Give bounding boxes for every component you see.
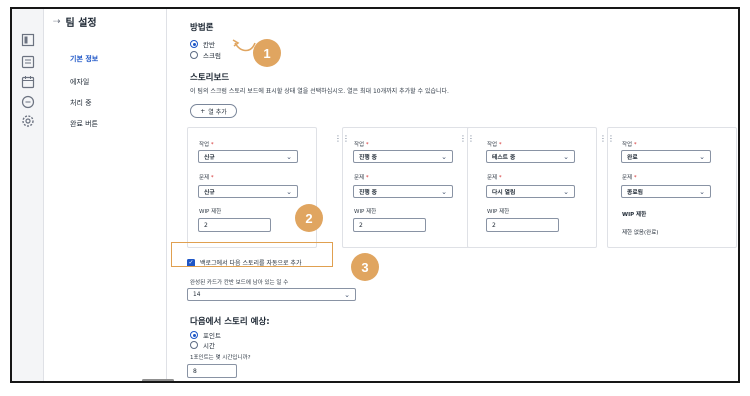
issue-label: 문제 * [487,175,502,181]
estimate-title: 다음에서 스토리 예상: [190,317,270,327]
chevron-down-icon: ⌄ [441,187,447,196]
work-status-select[interactable]: 완료 ⌄ [621,150,711,163]
radio-label: 스크럼 [203,52,221,60]
annotation-badge-2: 2 [295,204,323,232]
radio-hours[interactable]: 시간 [190,340,215,350]
wip-label: WIP 제한 [354,209,377,215]
work-status-select[interactable]: 진행 중 ⌄ [353,150,453,163]
work-label: 작업 * [199,142,214,148]
radio-button[interactable] [190,341,198,349]
wip-limit-input[interactable]: 2 [486,218,559,232]
list-icon[interactable] [21,55,35,69]
board-icon[interactable] [21,33,35,47]
work-status-select[interactable]: 테스트 중 ⌄ [486,150,575,163]
nav-item-agile[interactable]: 에자일 [70,77,89,87]
radio-button[interactable] [190,40,198,48]
work-status-select[interactable]: 신규 ⌄ [198,150,298,163]
hours-label: 1포인트는 몇 시간입니까? [190,355,251,361]
chevron-down-icon: ⌄ [344,290,350,299]
drag-handle-icon[interactable]: ⋮⋮ [334,135,350,147]
radio-button[interactable] [190,331,198,339]
hours-per-point-input[interactable]: 8 [187,364,237,378]
days-label: 완성된 카드가 칸반 보드에 남아 있는 일 수 [190,280,289,286]
board-column-card: ⋮⋮ 작업 * 테스트 중 ⌄ 문제 * 다시 열림 ⌄ WIP 제한 2 [459,127,597,248]
main-content: 방법론 칸반 스크럼 1 스토리보드 이 팀의 스크럼 스토리 보드에 표시할 … [167,9,738,381]
chevron-down-icon: ⌄ [563,152,569,161]
issue-status-select[interactable]: 신규 ⌄ [198,185,298,198]
icon-rail [12,9,44,381]
expand-arrow-icon[interactable]: ⇢ [53,17,61,27]
annotation-badge-1: 1 [253,39,281,67]
page-title: 팀 설정 [65,18,97,29]
calendar-icon[interactable] [21,75,35,89]
story-board-title: 스토리보드 [190,73,230,83]
issue-label: 문제 * [622,175,637,181]
chevron-down-icon: ⌄ [563,187,569,196]
days-select[interactable]: 14 ⌄ [187,288,356,301]
methodology-title: 방법론 [190,23,214,33]
wip-label: WIP 제한 [487,209,510,215]
issue-status-select[interactable]: 다시 열림 ⌄ [486,185,575,198]
wip-limit-input[interactable]: 2 [198,218,271,232]
work-label: 작업 * [354,142,369,148]
radio-label: 칸반 [203,41,215,49]
app-window: ⇢ 팀 설정 기본 정보 에자일 처리 중 완료 버튼 방법론 칸반 스크럼 1… [10,7,740,383]
settings-icon[interactable] [21,114,35,128]
add-column-button[interactable]: + 열 추가 [190,104,237,118]
chevron-down-icon: ⌄ [699,152,705,161]
horizontal-scrollbar[interactable] [142,379,174,381]
story-board-description: 이 팀의 스크럼 스토리 보드에 표시할 상태 열을 선택하십시오. 열은 최대… [190,88,449,95]
issue-label: 문제 * [354,175,369,181]
radio-kanban[interactable]: 칸반 [190,39,215,49]
add-column-label: 열 추가 [208,108,227,116]
page-header: ⇢ 팀 설정 [53,14,97,30]
chevron-down-icon: ⌄ [286,187,292,196]
wip-label: WIP 제한 [622,212,647,218]
work-label: 작업 * [487,142,502,148]
board-column-card: 작업 * 신규 ⌄ 문제 * 신규 ⌄ WIP 제한 2 [187,127,317,248]
radio-scrum[interactable]: 스크럼 [190,50,221,60]
radio-points[interactable]: 포인트 [190,330,221,340]
wip-label: WIP 제한 [199,209,222,215]
wip-limit-input[interactable]: 2 [353,218,426,232]
issue-label: 문제 * [199,175,214,181]
chevron-down-icon: ⌄ [286,152,292,161]
settings-nav: ⇢ 팀 설정 기본 정보 에자일 처리 중 완료 버튼 [44,9,167,381]
wip-unlimited-text: 제한 없음(완료) [622,230,659,236]
nav-item-basic-info[interactable]: 기본 정보 [70,54,98,64]
chevron-down-icon: ⌄ [441,152,447,161]
nav-item-in-progress[interactable]: 처리 중 [70,98,92,108]
annotation-badge-3: 3 [351,253,379,281]
annotation-highlight-box [171,242,333,267]
radio-label: 포인트 [203,332,221,340]
board-column-card: ⋮⋮ 작업 * 진행 중 ⌄ 문제 * 진행 중 ⌄ WIP 제한 2 [334,127,472,248]
work-label: 작업 * [622,142,637,148]
issue-status-select[interactable]: 진행 중 ⌄ [353,185,453,198]
radio-label: 시간 [203,342,215,350]
nav-item-done-button[interactable]: 완료 버튼 [70,119,98,129]
board-column-card: ⋮⋮ 작업 * 완료 ⌄ 문제 * 종료됨 ⌄ WIP 제한 제한 없음(완료) [599,127,737,248]
plus-icon: + [200,107,206,115]
chevron-down-icon: ⌄ [699,187,705,196]
chat-icon[interactable] [21,95,35,109]
drag-handle-icon[interactable]: ⋮⋮ [599,135,615,147]
drag-handle-icon[interactable]: ⋮⋮ [459,135,475,147]
issue-status-select[interactable]: 종료됨 ⌄ [621,185,711,198]
radio-button[interactable] [190,51,198,59]
